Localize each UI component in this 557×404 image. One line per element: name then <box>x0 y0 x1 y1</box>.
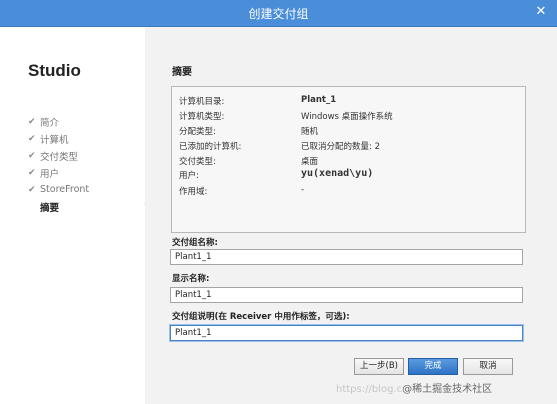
summary-box: 计算机目录: Plant_1 计算机类型: Windows 桌面操作系统 分配类型:… <box>171 86 526 233</box>
watermark: https://blog.c@稀土掘金技术社区 <box>336 380 492 395</box>
checkmark-icon: ✔ <box>28 184 36 195</box>
step-label: 摘要 <box>40 202 60 214</box>
summary-value: 随机 <box>301 127 319 137</box>
summary-value: 已取消分配的数量: 2 <box>301 142 380 152</box>
current-step-pointer <box>143 194 152 212</box>
summary-value: Plant_1 <box>301 95 337 105</box>
checkmark-icon: ✔ <box>28 150 36 161</box>
step-label: 用户 <box>40 168 60 180</box>
summary-key: 交付类型: <box>179 157 216 167</box>
back-button[interactable]: 上一步(B) <box>354 358 404 375</box>
watermark-brand: @稀土掘金技术社区 <box>402 384 493 395</box>
step-label: StoreFront <box>40 184 90 195</box>
group-name-input[interactable] <box>170 249 523 265</box>
close-icon[interactable]: ✕ <box>531 3 551 21</box>
checkmark-icon: ✔ <box>28 167 36 178</box>
step-delivery-type[interactable]: ✔ 交付类型 <box>28 147 89 164</box>
step-intro[interactable]: ✔ 简介 <box>28 113 89 130</box>
title-bar: 创建交付组 ✕ <box>0 0 557 27</box>
description-label: 交付组说明(在 Receiver 中用作标签，可选): <box>172 312 350 322</box>
summary-key: 计算机类型: <box>179 112 225 122</box>
summary-key: 分配类型: <box>179 127 216 137</box>
watermark-url: https://blog.c <box>336 384 403 395</box>
checkmark-icon: ✔ <box>28 116 36 127</box>
checkmark-icon: ✔ <box>28 133 36 144</box>
window-title: 创建交付组 <box>248 7 309 21</box>
step-summary[interactable]: 摘要 <box>28 198 89 215</box>
group-name-label: 交付组名称: <box>172 238 218 248</box>
create-delivery-group-window: 创建交付组 ✕ Studio ✔ 简介 ✔ 计算机 ✔ 交付类型 ✔ 用户 ✔ Store… <box>0 0 557 404</box>
summary-value: yu(xenad\yu) <box>301 168 374 179</box>
step-label: 交付类型 <box>40 151 79 163</box>
step-machines[interactable]: ✔ 计算机 <box>28 130 89 147</box>
description-input[interactable] <box>170 325 523 341</box>
step-users[interactable]: ✔ 用户 <box>28 164 89 181</box>
finish-button[interactable]: 完成 <box>408 358 458 375</box>
sidebar: Studio ✔ 简介 ✔ 计算机 ✔ 交付类型 ✔ 用户 ✔ StoreFront 摘要 <box>0 27 145 404</box>
summary-value: - <box>301 185 305 195</box>
summary-value: 桌面 <box>301 157 319 167</box>
display-name-label: 显示名称: <box>172 274 210 284</box>
step-storefront[interactable]: ✔ StoreFront <box>28 181 89 198</box>
summary-key: 作用域: <box>179 187 208 197</box>
step-label: 计算机 <box>40 134 69 146</box>
display-name-input[interactable] <box>170 287 523 303</box>
summary-value: Windows 桌面操作系统 <box>301 112 393 122</box>
summary-key: 计算机目录: <box>179 97 225 107</box>
page-heading: 摘要 <box>172 67 192 78</box>
summary-key: 用户: <box>179 171 199 181</box>
app-title: Studio <box>28 61 81 80</box>
cancel-button[interactable]: 取消 <box>463 358 513 375</box>
summary-key: 已添加的计算机: <box>179 142 242 152</box>
wizard-steps: ✔ 简介 ✔ 计算机 ✔ 交付类型 ✔ 用户 ✔ StoreFront 摘要 <box>28 113 89 215</box>
step-label: 简介 <box>40 117 60 129</box>
